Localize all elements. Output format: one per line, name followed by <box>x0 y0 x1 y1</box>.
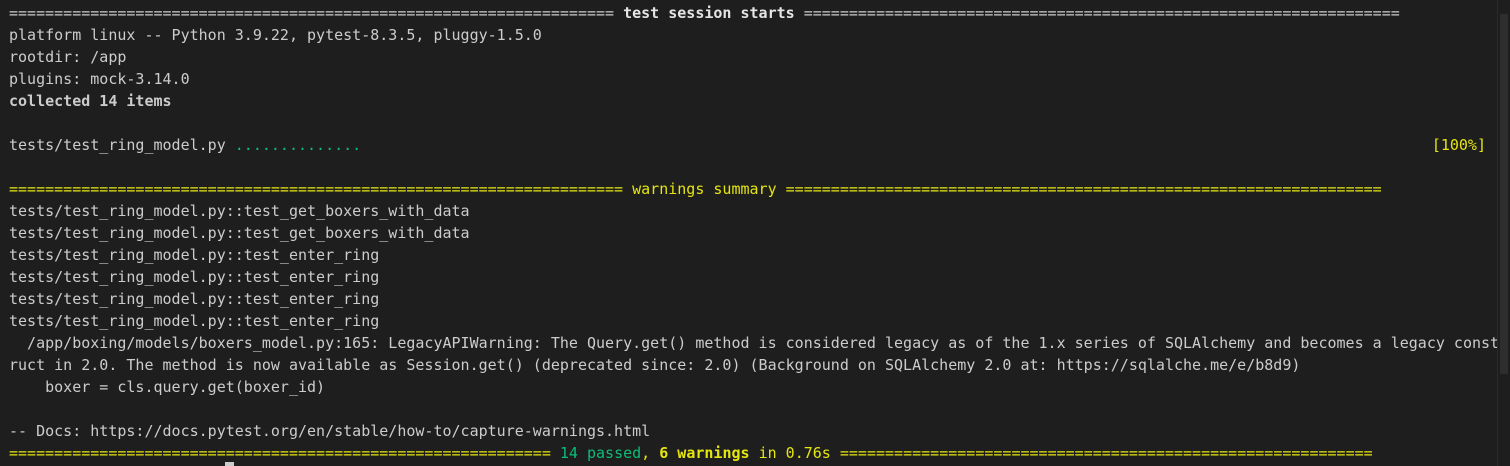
scrollbar-thumb[interactable] <box>1500 14 1508 374</box>
warnings-summary-header: ========================================… <box>9 178 1382 200</box>
plugins-line: plugins: mock-3.14.0 <box>9 70 190 88</box>
collected-line: collected 14 items <box>9 92 172 110</box>
warning-code-line: boxer = cls.query.get(boxer_id) <box>9 378 326 396</box>
docs-line: -- Docs: https://docs.pytest.org/en/stab… <box>9 422 651 440</box>
vertical-scrollbar[interactable] <box>1497 0 1510 466</box>
session-start-header: ========================================… <box>9 2 1400 24</box>
duration: in 0.76s <box>749 444 831 462</box>
separator: ========================================… <box>9 4 615 22</box>
warning-test-item: tests/test_ring_model.py::test_get_boxer… <box>9 202 470 220</box>
terminal-cursor <box>225 462 234 466</box>
warnings-summary-title: warnings summary <box>623 180 786 198</box>
warning-test-item: tests/test_ring_model.py::test_enter_rin… <box>9 290 380 308</box>
rootdir-line: rootdir: /app <box>9 48 127 66</box>
separator: ========================================… <box>9 180 624 198</box>
separator: ========================================… <box>830 444 1373 462</box>
warning-test-item: tests/test_ring_model.py::test_enter_rin… <box>9 268 380 286</box>
warnings-count: 6 warnings <box>659 444 750 462</box>
warning-message-line: ruct in 2.0. The method is now available… <box>9 356 1301 374</box>
warning-test-item: tests/test_ring_model.py::test_get_boxer… <box>9 224 470 242</box>
session-title: test session starts <box>614 4 804 22</box>
terminal-output[interactable]: ========================================… <box>0 0 1498 466</box>
warning-test-item: tests/test_ring_model.py::test_enter_rin… <box>9 312 380 330</box>
test-file-path: tests/test_ring_model.py <box>9 136 235 154</box>
final-summary-line: ========================================… <box>9 442 1373 464</box>
passed-count: 14 passed <box>559 444 642 462</box>
progress-line: tests/test_ring_model.py .............. <box>9 134 361 156</box>
platform-line: platform linux -- Python 3.9.22, pytest-… <box>9 26 542 44</box>
warning-message-line: /app/boxing/models/boxers_model.py:165: … <box>9 334 1498 352</box>
separator: ========================================… <box>785 180 1382 198</box>
progress-percent: [100%] <box>1431 136 1486 154</box>
summary-comma: , <box>641 444 660 462</box>
separator: ========================================… <box>803 4 1400 22</box>
warning-test-item: tests/test_ring_model.py::test_enter_rin… <box>9 246 380 264</box>
progress-dots: .............. <box>234 136 362 154</box>
separator: ========================================… <box>9 444 560 462</box>
